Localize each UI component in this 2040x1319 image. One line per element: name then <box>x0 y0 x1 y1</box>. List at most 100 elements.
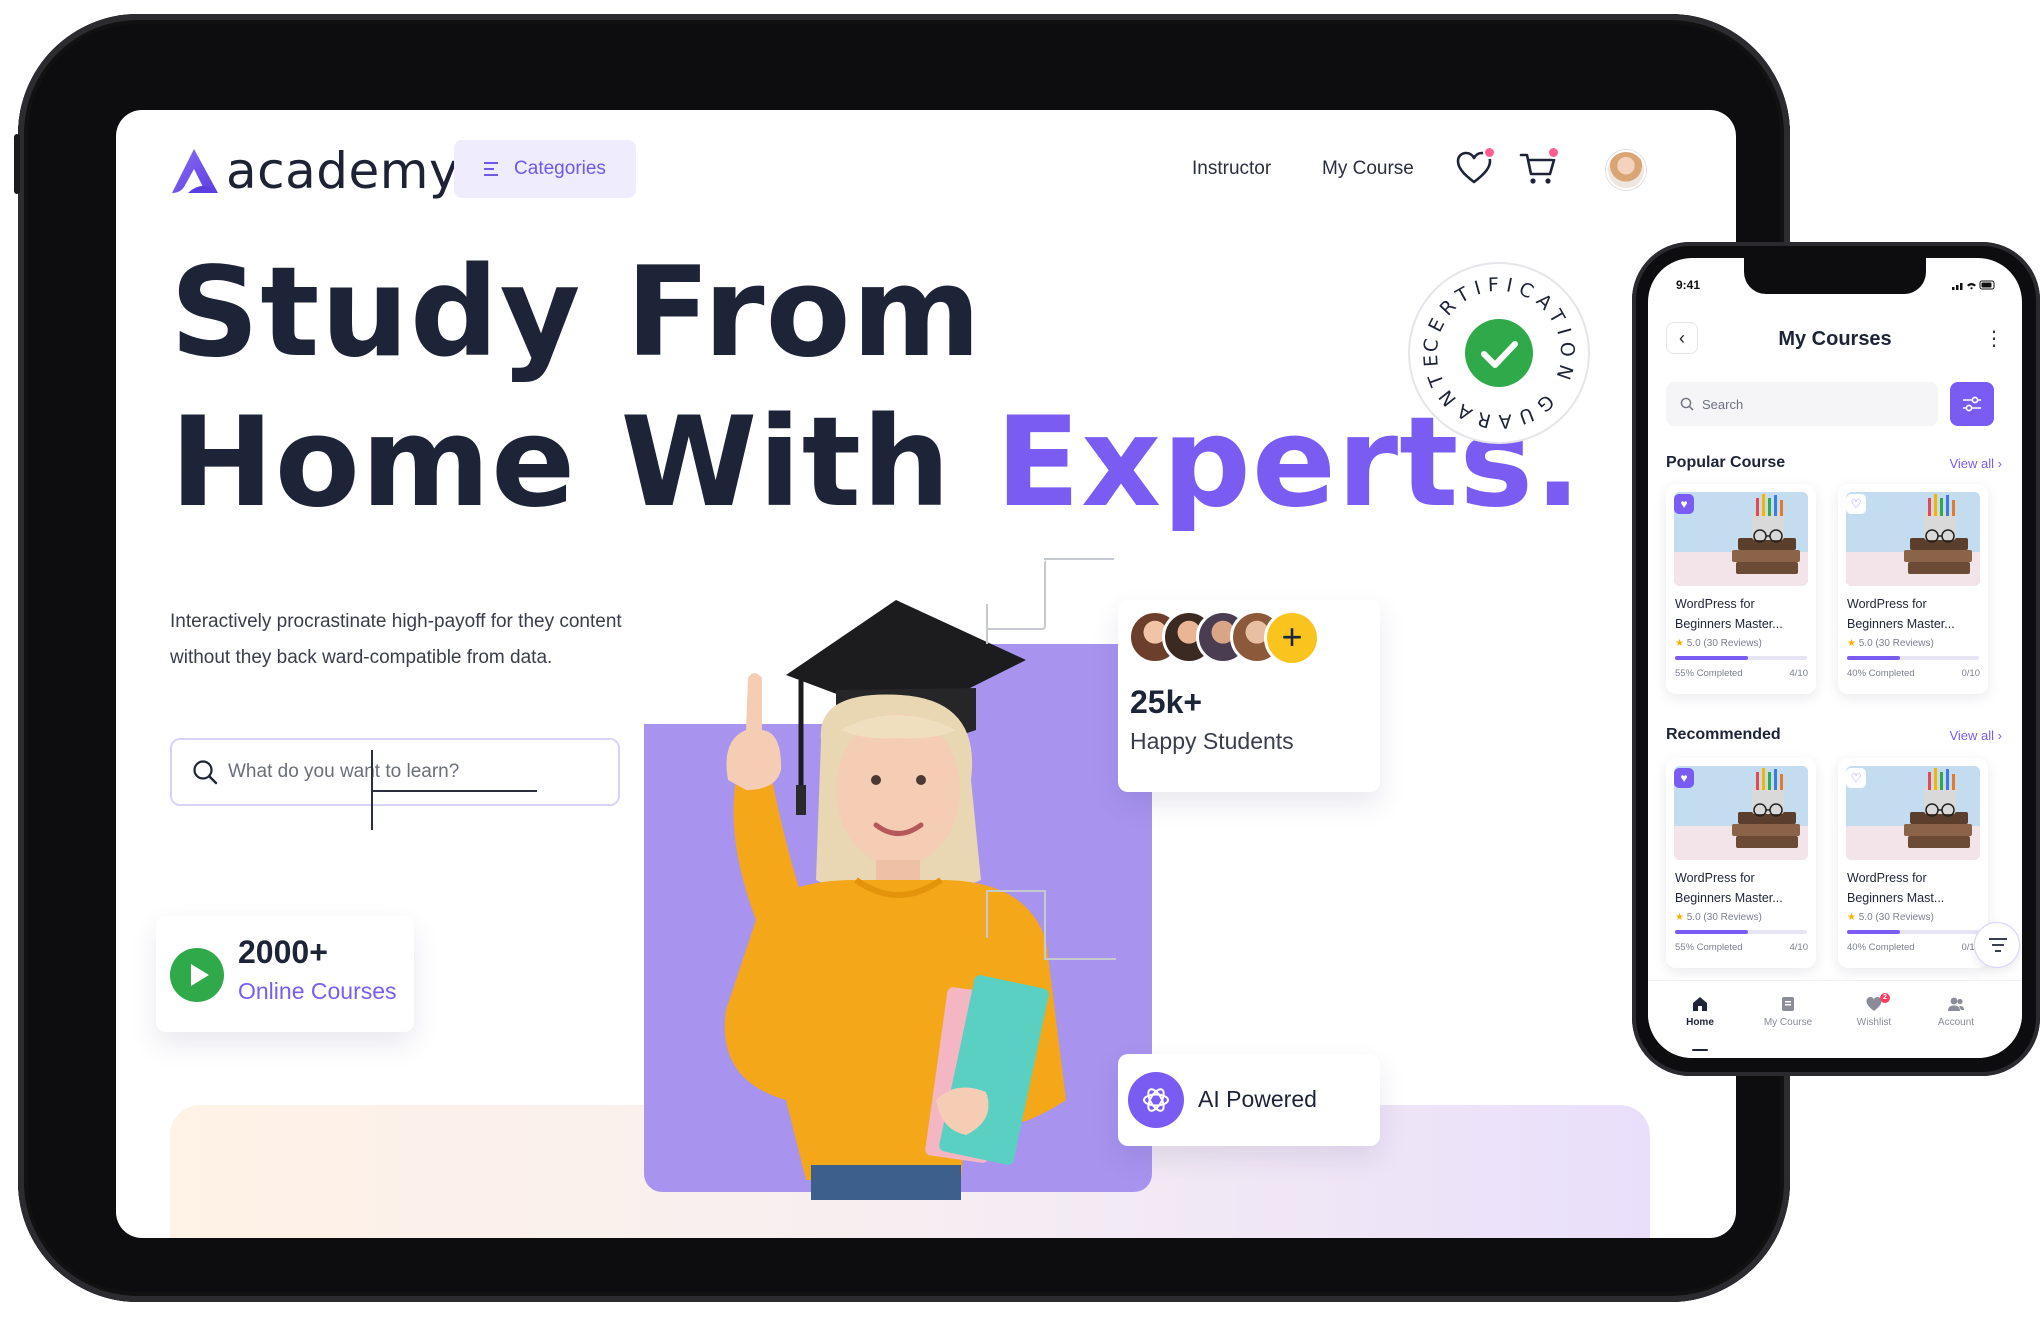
book-icon <box>1782 997 1794 1011</box>
recommended-view-all-label: View all <box>1949 728 1995 743</box>
star-icon: ★ <box>1675 638 1684 649</box>
course-card[interactable]: ♥ WordPress for Beginners Master... ★ 5.… <box>1666 758 1816 968</box>
openai-icon <box>1143 1088 1169 1112</box>
connector-line <box>1044 558 1114 560</box>
progress-fill <box>1675 656 1748 660</box>
happy-students-card: + 25k+ Happy Students <box>1118 600 1380 792</box>
connector-line <box>986 890 988 938</box>
add-icon[interactable]: + <box>1264 610 1320 666</box>
search-input[interactable] <box>228 761 608 783</box>
recommended-view-all-link[interactable]: View all › <box>1949 728 2002 743</box>
hero-line-2-prefix: Home With <box>170 391 996 535</box>
status-time: 9:41 <box>1676 278 1701 292</box>
tablet-device: academy Categories Instructor My Course <box>14 14 1790 1302</box>
home-icon <box>1693 997 1707 1011</box>
status-icons <box>1952 280 1995 290</box>
progress-fill <box>1675 930 1748 934</box>
progress-bar <box>1847 930 1979 934</box>
progress-bar <box>1675 930 1807 934</box>
mobile-search-placeholder: Search <box>1702 396 1744 412</box>
logo-text: academy <box>226 142 460 200</box>
menu-icon <box>484 162 499 176</box>
wishlist-heart-icon[interactable]: ♥ <box>1674 768 1694 788</box>
tab-account-label: Account <box>1937 1017 1975 1028</box>
lesson-count: 4/10 <box>1789 668 1809 679</box>
course-rating: ★ 5.0 (30 Reviews) <box>1675 912 1762 923</box>
academy-logo[interactable]: academy <box>170 142 460 200</box>
mobile-search-input[interactable]: Search <box>1666 382 1938 426</box>
cart-notification-dot <box>1547 146 1560 159</box>
sort-fab-button[interactable] <box>1974 922 2020 968</box>
play-icon <box>170 948 224 1002</box>
progress-bar <box>1675 656 1807 660</box>
search-icon <box>193 760 218 785</box>
students-count: 25k+ <box>1130 684 1203 720</box>
progress-label: 40% Completed <box>1847 668 1915 679</box>
phone-device: 9:41 ‹ My Courses ⋮ Search Popular Cours… <box>1632 242 2040 1076</box>
progress-bar <box>1847 656 1979 660</box>
hero-line-2: Home With Experts. <box>170 388 1582 538</box>
certification-badge: CERTIFICATION GUARANTEE <box>1406 260 1590 444</box>
ai-label: AI Powered <box>1198 1086 1317 1112</box>
tab-account[interactable]: Account <box>1916 995 1996 1028</box>
popular-view-all-link[interactable]: View all › <box>1949 456 2002 471</box>
connector-line <box>1046 958 1116 960</box>
progress-fill <box>1847 930 1900 934</box>
search-icon <box>1680 397 1694 411</box>
course-card[interactable]: ♡ WordPress for Beginners Mast... ★ 5.0 … <box>1838 758 1988 968</box>
course-rating: ★ 5.0 (30 Reviews) <box>1847 638 1934 649</box>
connector-line <box>986 604 988 644</box>
student-illustration <box>724 600 1066 1200</box>
star-icon: ★ <box>1847 638 1856 649</box>
tab-home-label: Home <box>1686 1017 1714 1028</box>
bottom-tab-bar: Home My Course 2 Wishlist Account <box>1648 980 2022 1058</box>
connector-line <box>986 560 1046 630</box>
hero-heading: Study From Home With Experts. <box>170 238 1582 538</box>
cart-button[interactable] <box>1518 146 1560 188</box>
categories-button[interactable]: Categories <box>454 140 636 198</box>
popular-course-heading: Popular Course <box>1666 454 1786 471</box>
course-card[interactable]: ♡ WordPress for Beginners Master... ★ 5.… <box>1838 484 1988 694</box>
rating-text: 5.0 (30 Reviews) <box>1858 638 1934 649</box>
nav-instructor[interactable]: Instructor <box>1192 158 1271 180</box>
wishlist-heart-icon[interactable]: ♥ <box>1674 494 1694 514</box>
sort-icon <box>1989 938 2007 952</box>
wishlist-heart-icon[interactable]: ♡ <box>1846 768 1866 788</box>
user-avatar[interactable] <box>1606 150 1646 190</box>
course-title: WordPress for Beginners Master... <box>1675 871 1783 905</box>
tab-home[interactable]: Home <box>1660 995 1740 1051</box>
progress-label: 55% Completed <box>1675 668 1743 679</box>
course-card[interactable]: ♥ WordPress for Beginners Master... ★ 5.… <box>1666 484 1816 694</box>
star-icon: ★ <box>1847 912 1856 923</box>
popular-view-all-label: View all <box>1949 456 1995 471</box>
courses-count: 2000+ <box>238 934 328 970</box>
active-tab-indicator <box>1692 1049 1708 1051</box>
course-rating: ★ 5.0 (30 Reviews) <box>1847 912 1934 923</box>
tab-my-course-label: My Course <box>1763 1017 1813 1028</box>
wishlist-notification-dot <box>1483 146 1496 159</box>
hero-line-1: Study From <box>170 241 982 385</box>
wishlist-button[interactable] <box>1454 146 1496 188</box>
students-label: Happy Students <box>1130 728 1294 754</box>
more-options-icon[interactable]: ⋮ <box>1984 326 2004 351</box>
phone-screen: 9:41 ‹ My Courses ⋮ Search Popular Cours… <box>1648 258 2022 1058</box>
course-title: WordPress for Beginners Master... <box>1847 597 1955 631</box>
course-thumbnail <box>1846 492 1980 586</box>
categories-label: Categories <box>514 158 606 179</box>
nav-my-course[interactable]: My Course <box>1322 158 1414 180</box>
wishlist-heart-icon[interactable]: ♡ <box>1846 494 1866 514</box>
phone-notch <box>1744 258 1926 294</box>
progress-label: 40% Completed <box>1847 942 1915 953</box>
tab-my-course[interactable]: My Course <box>1748 995 1828 1028</box>
connector-line <box>371 790 537 792</box>
course-title: WordPress for Beginners Master... <box>1675 597 1783 631</box>
rating-text: 5.0 (30 Reviews) <box>1858 912 1934 923</box>
rating-text: 5.0 (30 Reviews) <box>1686 638 1762 649</box>
users-icon <box>1948 997 1964 1011</box>
tab-wishlist[interactable]: 2 Wishlist <box>1834 993 1914 1028</box>
course-search[interactable] <box>170 738 620 806</box>
online-courses-card[interactable]: 2000+ Online Courses <box>156 916 414 1032</box>
progress-label: 55% Completed <box>1675 942 1743 953</box>
filter-button[interactable] <box>1950 382 1994 426</box>
course-thumbnail <box>1846 766 1980 860</box>
